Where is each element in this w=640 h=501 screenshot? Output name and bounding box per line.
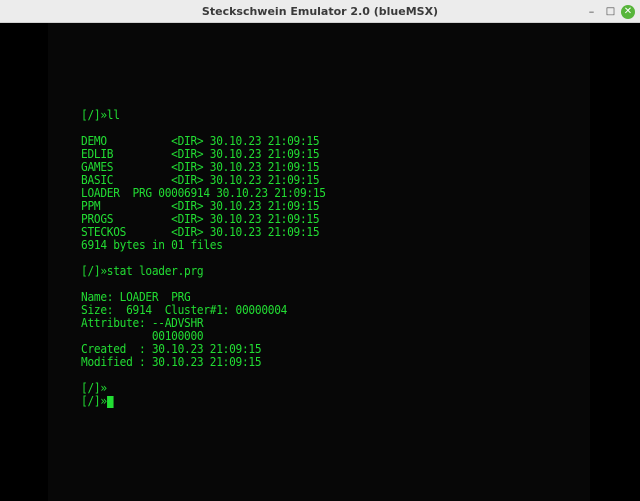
terminal-line-text: [/]»ll bbox=[81, 108, 120, 122]
terminal-line-text: 00100000 bbox=[81, 329, 204, 343]
terminal-line-text: [/]»stat loader.prg bbox=[81, 264, 204, 278]
terminal-line-text: Name: LOADER PRG bbox=[81, 290, 191, 304]
terminal-line-text: PPM <DIR> 30.10.23 21:09:15 bbox=[81, 199, 320, 213]
terminal-line-text: Created : 30.10.23 21:09:15 bbox=[81, 342, 262, 356]
terminal-line-text: LOADER PRG 00006914 30.10.23 21:09:15 bbox=[81, 186, 326, 200]
terminal-line: [/]» bbox=[81, 382, 326, 395]
terminal-line-text: [/]» bbox=[81, 394, 107, 408]
terminal-line-text: GAMES <DIR> 30.10.23 21:09:15 bbox=[81, 160, 320, 174]
terminal-line: [/]»ll bbox=[81, 109, 326, 122]
close-button[interactable]: ✕ bbox=[621, 5, 635, 19]
title-bar[interactable]: Steckschwein Emulator 2.0 (blueMSX) – □ … bbox=[0, 0, 640, 23]
text-cursor bbox=[106, 396, 114, 408]
terminal-line: Modified : 30.10.23 21:09:15 bbox=[81, 356, 326, 369]
minimize-button[interactable]: – bbox=[584, 4, 599, 19]
terminal-line-text: Modified : 30.10.23 21:09:15 bbox=[81, 355, 262, 369]
terminal-line: [/]»stat loader.prg bbox=[81, 265, 326, 278]
terminal-line-text: BASIC <DIR> 30.10.23 21:09:15 bbox=[81, 173, 320, 187]
terminal-line-text: DEMO <DIR> 30.10.23 21:09:15 bbox=[81, 134, 320, 148]
emulator-display-area[interactable]: [/]»ll DEMO <DIR> 30.10.23 21:09:15 EDLIB … bbox=[0, 23, 640, 501]
terminal-line-text: 6914 bytes in 01 files bbox=[81, 238, 223, 252]
terminal-line: 6914 bytes in 01 files bbox=[81, 239, 326, 252]
terminal-line-text: EDLIB <DIR> 30.10.23 21:09:15 bbox=[81, 147, 320, 161]
terminal-output: [/]»ll DEMO <DIR> 30.10.23 21:09:15 EDLIB … bbox=[81, 109, 326, 408]
terminal-line-text: Size: 6914 Cluster#1: 00000004 bbox=[81, 303, 288, 317]
terminal-line-text: Attribute: --ADVSHR bbox=[81, 316, 204, 330]
maximize-button[interactable]: □ bbox=[603, 4, 618, 19]
window-title: Steckschwein Emulator 2.0 (blueMSX) bbox=[201, 5, 439, 18]
terminal-line-text: PROGS <DIR> 30.10.23 21:09:15 bbox=[81, 212, 320, 226]
terminal-line-text: [/]» bbox=[81, 381, 107, 395]
terminal-line: [/]» bbox=[81, 395, 326, 408]
emulator-window: Steckschwein Emulator 2.0 (blueMSX) – □ … bbox=[0, 0, 640, 501]
terminal-line-text: STECKOS <DIR> 30.10.23 21:09:15 bbox=[81, 225, 320, 239]
